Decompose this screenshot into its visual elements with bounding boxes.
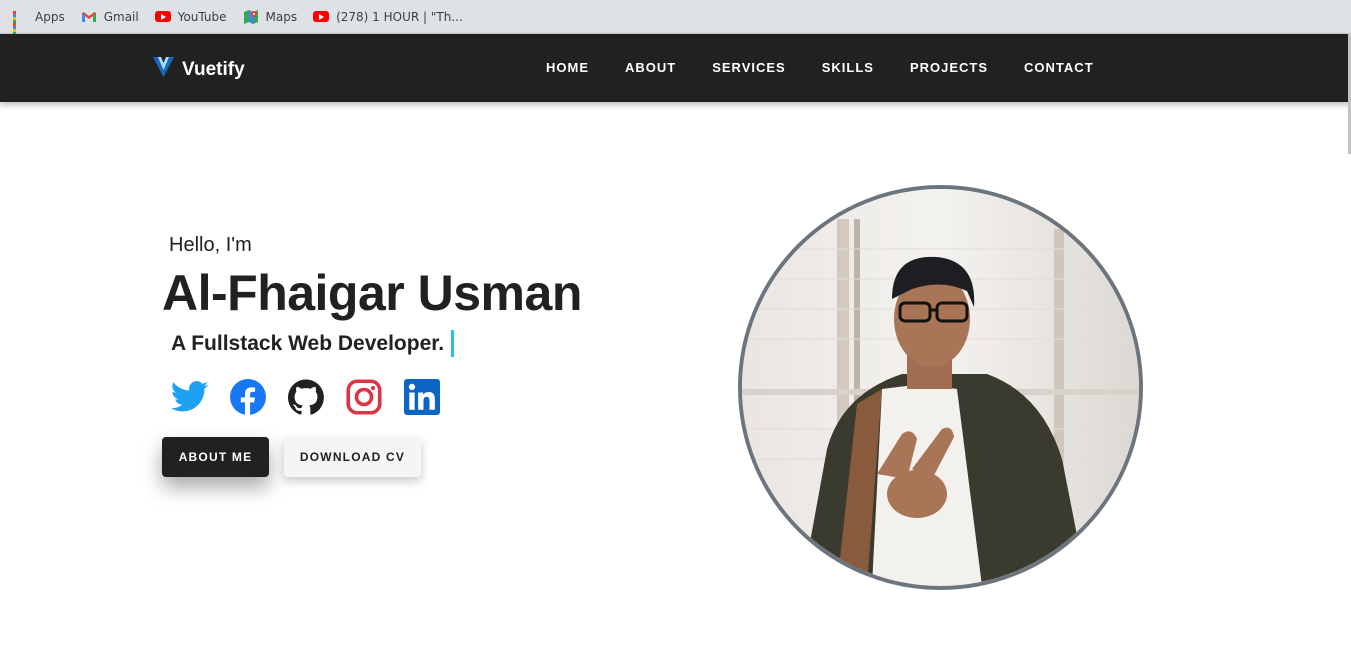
github-icon[interactable] — [287, 378, 325, 416]
hero-role: A Fullstack Web Developer. — [171, 330, 455, 357]
nav-link-projects[interactable]: PROJECTS — [892, 50, 1006, 86]
bookmark-label: Maps — [265, 9, 298, 24]
facebook-icon[interactable] — [229, 378, 267, 416]
social-links — [171, 378, 461, 416]
download-cv-button[interactable]: DOWNLOAD CV — [284, 437, 421, 477]
nav-link-contact[interactable]: CONTACT — [1006, 50, 1112, 86]
bookmark-maps[interactable]: Maps — [243, 9, 298, 25]
vuetify-logo-icon — [153, 56, 174, 83]
bookmark-youtube[interactable]: YouTube — [154, 9, 227, 25]
nav-link-home[interactable]: HOME — [528, 50, 607, 86]
linkedin-icon[interactable] — [403, 378, 441, 416]
hero-greeting: Hello, I'm — [169, 234, 252, 256]
bookmark-label: Apps — [35, 9, 65, 24]
typing-cursor — [451, 330, 455, 357]
apps-grid-icon — [12, 9, 28, 38]
bookmark-label: Gmail — [103, 9, 139, 24]
bookmark-label: (278) 1 HOUR | "Th... — [336, 9, 463, 24]
hero-name: Al-Fhaigar Usman — [162, 265, 582, 321]
gmail-icon — [81, 9, 97, 25]
nav-link-skills[interactable]: SKILLS — [804, 50, 892, 86]
youtube-icon — [313, 9, 330, 25]
nav-link-about[interactable]: ABOUT — [607, 50, 694, 86]
instagram-icon[interactable] — [345, 378, 383, 416]
bookmark-gmail[interactable]: Gmail — [81, 9, 139, 25]
about-me-button[interactable]: ABOUT ME — [162, 437, 269, 477]
profile-photo — [738, 185, 1143, 590]
hero-role-text: A Fullstack Web Developer. — [171, 331, 445, 355]
nav-link-services[interactable]: SERVICES — [694, 50, 804, 86]
app-bar: Vuetify HOME ABOUT SERVICES SKILLS PROJE… — [0, 34, 1351, 102]
maps-icon — [243, 9, 259, 25]
bookmarks-bar: Apps Gmail YouTube Maps (278) 1 HOUR | "… — [0, 0, 1351, 38]
twitter-icon[interactable] — [171, 378, 209, 416]
brand-name: Vuetify — [182, 58, 245, 80]
brand[interactable]: Vuetify — [153, 56, 245, 83]
nav-links: HOME ABOUT SERVICES SKILLS PROJECTS CONT… — [528, 34, 1112, 102]
youtube-icon — [154, 9, 171, 25]
bookmark-video[interactable]: (278) 1 HOUR | "Th... — [313, 9, 463, 25]
bookmark-apps[interactable]: Apps — [12, 9, 65, 38]
bookmark-label: YouTube — [177, 9, 227, 24]
